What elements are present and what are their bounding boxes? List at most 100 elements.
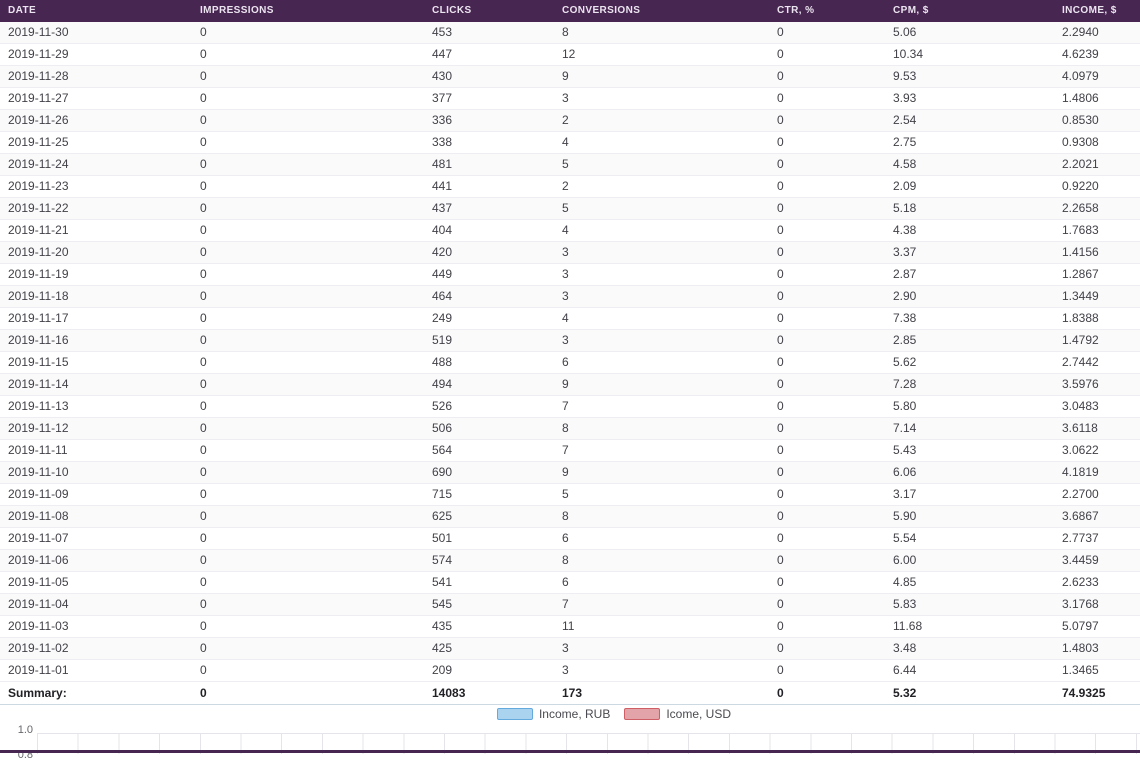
summary-clicks: 14083: [424, 682, 554, 704]
table-row: 2019-11-210404404.381.7683: [0, 220, 1140, 242]
cell-date: 2019-11-11: [0, 440, 192, 461]
cell-ctr: 0: [769, 638, 885, 659]
cell-clicks: 377: [424, 88, 554, 109]
cell-cpm: 5.18: [885, 198, 1054, 219]
cell-date: 2019-11-08: [0, 506, 192, 527]
table-row: 2019-11-060574806.003.4459: [0, 550, 1140, 572]
summary-income: 74.9325: [1054, 682, 1140, 704]
cell-income: 0.9220: [1054, 176, 1140, 197]
cell-conversions: 8: [554, 506, 769, 527]
cell-clicks: 519: [424, 330, 554, 351]
cell-impressions: 0: [192, 66, 424, 87]
cell-income: 1.3449: [1054, 286, 1140, 307]
cell-income: 1.7683: [1054, 220, 1140, 241]
cell-cpm: 4.58: [885, 154, 1054, 175]
summary-conversions: 173: [554, 682, 769, 704]
cell-conversions: 5: [554, 198, 769, 219]
cell-date: 2019-11-17: [0, 308, 192, 329]
cell-income: 2.7442: [1054, 352, 1140, 373]
table-row: 2019-11-29044712010.344.6239: [0, 44, 1140, 66]
cell-income: 1.4792: [1054, 330, 1140, 351]
cell-ctr: 0: [769, 352, 885, 373]
cell-conversions: 4: [554, 220, 769, 241]
column-header-cpm[interactable]: CPM, $: [885, 0, 1054, 22]
cell-impressions: 0: [192, 286, 424, 307]
cell-conversions: 6: [554, 352, 769, 373]
column-header-ctr[interactable]: CTR, %: [769, 0, 885, 22]
cell-impressions: 0: [192, 440, 424, 461]
cell-date: 2019-11-28: [0, 66, 192, 87]
cell-impressions: 0: [192, 264, 424, 285]
cell-clicks: 574: [424, 550, 554, 571]
column-header-income[interactable]: INCOME, $: [1054, 0, 1140, 22]
cell-date: 2019-11-29: [0, 44, 192, 65]
cell-impressions: 0: [192, 594, 424, 615]
table-row: 2019-11-220437505.182.2658: [0, 198, 1140, 220]
cell-conversions: 4: [554, 308, 769, 329]
table-row: 2019-11-110564705.433.0622: [0, 440, 1140, 462]
cell-cpm: 6.06: [885, 462, 1054, 483]
cell-date: 2019-11-15: [0, 352, 192, 373]
cell-cpm: 2.87: [885, 264, 1054, 285]
column-header-date[interactable]: DATE: [0, 0, 192, 22]
legend-item-income-rub[interactable]: Income, RUB: [497, 707, 610, 721]
column-header-clicks[interactable]: CLICKS: [424, 0, 554, 22]
cell-date: 2019-11-12: [0, 418, 192, 439]
cell-conversions: 9: [554, 66, 769, 87]
cell-income: 2.2700: [1054, 484, 1140, 505]
column-header-conversions[interactable]: CONVERSIONS: [554, 0, 769, 22]
summary-row: Summary:01408317305.3274.9325: [0, 682, 1140, 705]
cell-clicks: 526: [424, 396, 554, 417]
cell-ctr: 0: [769, 220, 885, 241]
table-row: 2019-11-050541604.852.6233: [0, 572, 1140, 594]
cell-date: 2019-11-23: [0, 176, 192, 197]
cell-cpm: 6.44: [885, 660, 1054, 681]
cell-date: 2019-11-24: [0, 154, 192, 175]
cell-clicks: 488: [424, 352, 554, 373]
table-row: 2019-11-160519302.851.4792: [0, 330, 1140, 352]
summary-cpm: 5.32: [885, 682, 1054, 704]
cell-clicks: 447: [424, 44, 554, 65]
cell-date: 2019-11-10: [0, 462, 192, 483]
cell-ctr: 0: [769, 242, 885, 263]
cell-ctr: 0: [769, 330, 885, 351]
cell-clicks: 420: [424, 242, 554, 263]
cell-cpm: 7.14: [885, 418, 1054, 439]
cell-date: 2019-11-06: [0, 550, 192, 571]
cell-income: 2.2021: [1054, 154, 1140, 175]
cell-ctr: 0: [769, 550, 885, 571]
cell-income: 3.0622: [1054, 440, 1140, 461]
cell-clicks: 453: [424, 22, 554, 43]
table-row: 2019-11-280430909.534.0979: [0, 66, 1140, 88]
cell-cpm: 6.00: [885, 550, 1054, 571]
cell-ctr: 0: [769, 44, 885, 65]
cell-clicks: 690: [424, 462, 554, 483]
summary-ctr: 0: [769, 682, 885, 704]
cell-clicks: 625: [424, 506, 554, 527]
cell-cpm: 2.54: [885, 110, 1054, 131]
cell-date: 2019-11-03: [0, 616, 192, 637]
cell-ctr: 0: [769, 198, 885, 219]
cell-impressions: 0: [192, 132, 424, 153]
cell-ctr: 0: [769, 66, 885, 87]
table-row: 2019-11-020425303.481.4803: [0, 638, 1140, 660]
cell-impressions: 0: [192, 550, 424, 571]
cell-ctr: 0: [769, 506, 885, 527]
legend-item-icome-usd[interactable]: Icome, USD: [624, 707, 731, 721]
cell-income: 2.7737: [1054, 528, 1140, 549]
chart-area: 1.0 0.8: [0, 722, 1140, 754]
cell-conversions: 3: [554, 286, 769, 307]
column-header-impressions[interactable]: IMPRESSIONS: [192, 0, 424, 22]
cell-income: 1.4156: [1054, 242, 1140, 263]
cell-income: 1.3465: [1054, 660, 1140, 681]
cell-cpm: 7.38: [885, 308, 1054, 329]
table-row: 2019-11-070501605.542.7737: [0, 528, 1140, 550]
cell-conversions: 8: [554, 22, 769, 43]
cell-conversions: 4: [554, 132, 769, 153]
cell-impressions: 0: [192, 374, 424, 395]
legend-swatch-icon: [624, 708, 660, 720]
cell-impressions: 0: [192, 44, 424, 65]
cell-cpm: 5.54: [885, 528, 1054, 549]
cell-clicks: 449: [424, 264, 554, 285]
cell-ctr: 0: [769, 462, 885, 483]
